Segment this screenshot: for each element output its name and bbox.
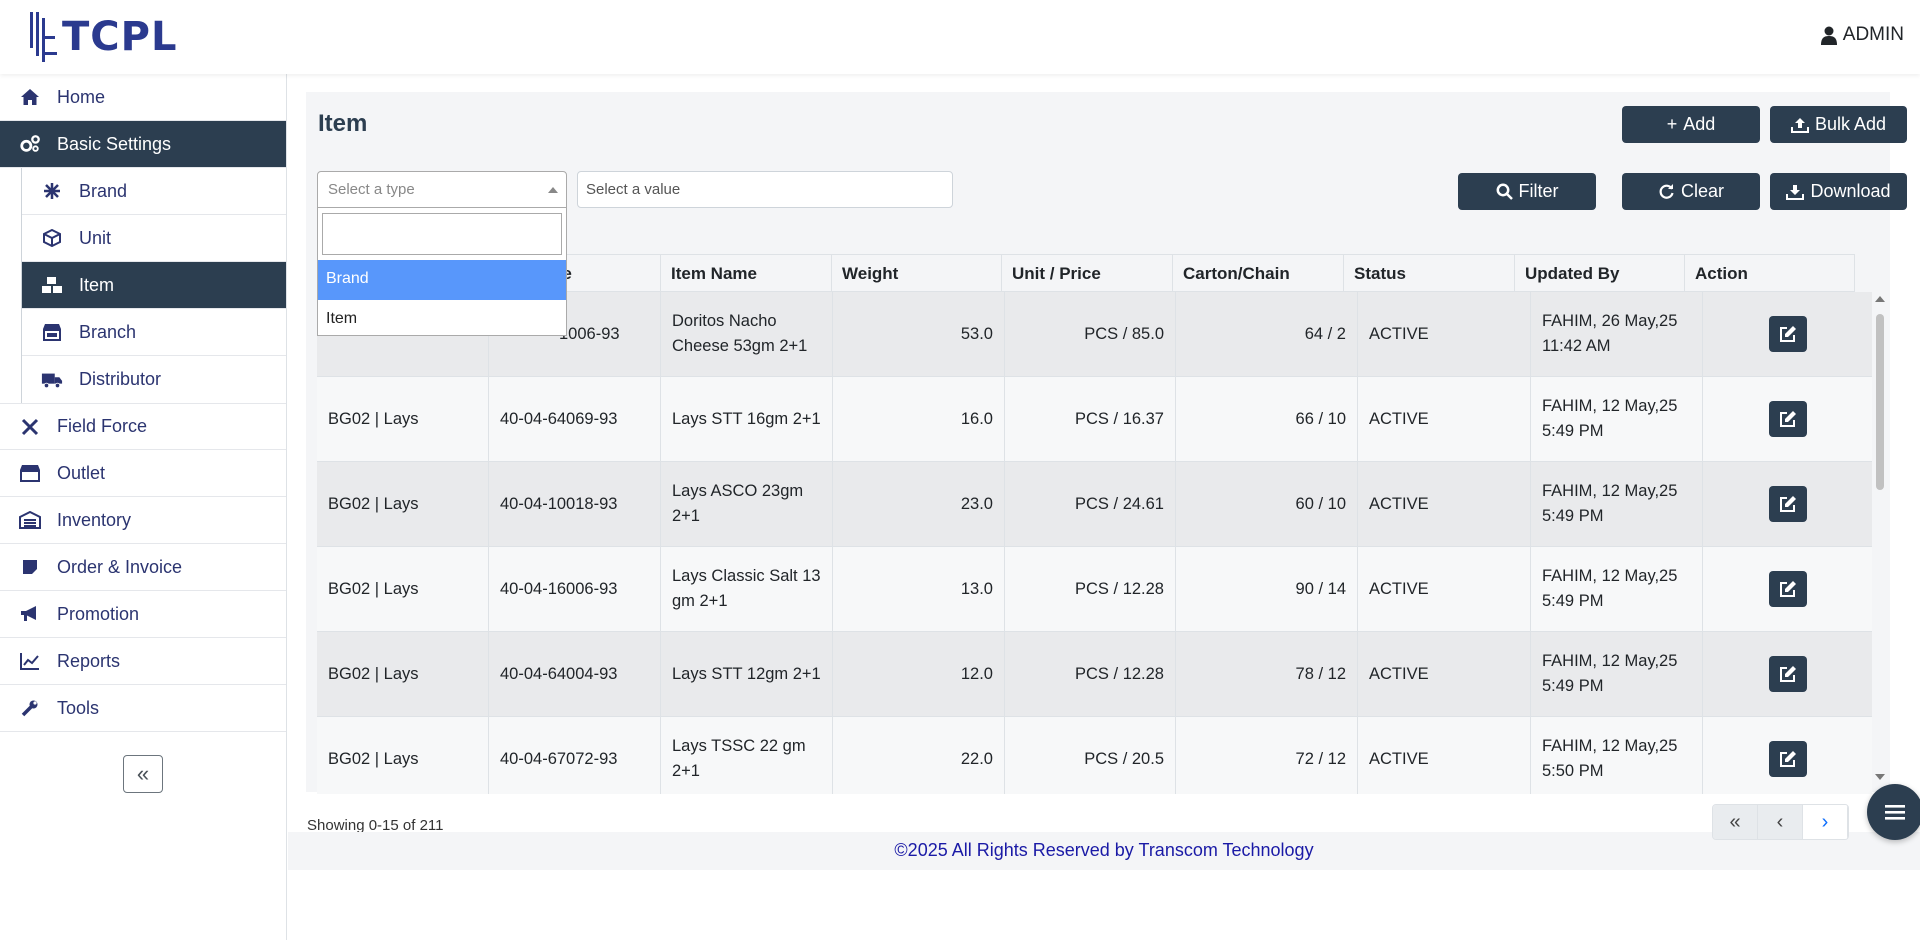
clear-button[interactable]: Clear [1622, 173, 1760, 210]
double-chevron-left-icon: « [136, 761, 150, 786]
double-chevron-left-icon: « [1729, 810, 1741, 833]
sidebar-item-outlet[interactable]: Outlet [0, 450, 286, 497]
table-body: 1006-93 Doritos Nacho Cheese 53gm 2+1 53… [317, 292, 1872, 794]
edit-icon [1779, 496, 1796, 512]
sidebar-item-field-force[interactable]: Field Force [0, 403, 286, 450]
edit-icon [1779, 751, 1796, 767]
sidebar-item-reports[interactable]: Reports [0, 638, 286, 685]
plus-icon: + [1666, 114, 1678, 134]
sidebar-item-item[interactable]: Item [22, 262, 286, 309]
pagination: « ‹ › [1712, 804, 1849, 840]
scroll-up-arrow-icon [1875, 296, 1885, 302]
bulk-add-button[interactable]: Bulk Add [1770, 106, 1907, 143]
floating-menu-button[interactable] [1867, 784, 1920, 840]
cube-icon [41, 227, 63, 249]
edit-icon [1779, 411, 1796, 427]
warehouse-icon [19, 509, 41, 531]
table-row[interactable]: BG02 | Lays 40-04-10018-93 Lays ASCO 23g… [317, 462, 1872, 547]
sidebar: Home Basic Settings Brand Unit Item Bran… [0, 74, 287, 940]
table-row[interactable]: BG02 | Lays 40-04-67072-93 Lays TSSC 22 … [317, 717, 1872, 794]
home-icon [19, 86, 41, 108]
sidebar-item-inventory[interactable]: Inventory [0, 497, 286, 544]
add-button[interactable]: + Add [1622, 106, 1760, 143]
edit-icon [1779, 326, 1796, 342]
basic-settings-submenu: Brand Unit Item Branch Distributor [21, 168, 286, 403]
edit-button[interactable] [1768, 401, 1807, 437]
top-bar: TCPL ADMIN [0, 0, 1920, 74]
caret-up-icon [548, 187, 558, 193]
table-row[interactable]: BG02 | Lays 40-04-16006-93 Lays Classic … [317, 547, 1872, 632]
previous-page-button[interactable]: ‹ [1758, 805, 1803, 839]
brand-icon [41, 180, 63, 202]
hamburger-icon [1885, 805, 1905, 820]
page-title: Item [318, 110, 368, 137]
footer: ©2025 All Rights Reserved by Transcom Te… [288, 832, 1920, 870]
chart-line-icon [19, 650, 41, 672]
wrench-icon [19, 697, 41, 719]
column-header-item-name[interactable]: Item Name [661, 255, 832, 292]
column-header-status[interactable]: Status [1344, 255, 1515, 292]
logo-text: TCPL [62, 14, 178, 60]
download-button[interactable]: Download [1770, 173, 1907, 210]
chevron-right-icon: › [1821, 810, 1829, 833]
download-icon [1786, 184, 1805, 200]
logo[interactable]: TCPL [28, 11, 177, 63]
type-dropdown: Brand Item [317, 208, 567, 336]
upload-icon [1790, 117, 1809, 133]
user-name: ADMIN [1842, 24, 1904, 45]
sidebar-item-home[interactable]: Home [0, 74, 286, 121]
edit-icon [1779, 666, 1796, 682]
dropdown-option-brand[interactable]: Brand [318, 260, 566, 300]
chevron-left-icon: ‹ [1776, 810, 1784, 833]
footer-text: ©2025 All Rights Reserved by Transcom Te… [894, 840, 1314, 860]
truck-icon [41, 369, 63, 391]
edit-button[interactable] [1768, 571, 1807, 607]
edit-button[interactable] [1768, 316, 1807, 352]
main-content: Item + Add Bulk Add Select a type Select… [288, 74, 1920, 940]
megaphone-icon [19, 603, 41, 625]
scroll-down-arrow-icon [1875, 774, 1885, 780]
column-header-updated-by[interactable]: Updated By [1515, 255, 1685, 292]
column-header-weight[interactable]: Weight [832, 255, 1002, 292]
sidebar-item-promotion[interactable]: Promotion [0, 591, 286, 638]
sticky-note-icon [19, 556, 41, 578]
filter-button[interactable]: Filter [1458, 173, 1596, 210]
sidebar-item-order-invoice[interactable]: Order & Invoice [0, 544, 286, 591]
table-scrollbar[interactable] [1873, 292, 1887, 784]
table-row[interactable]: BG02 | Lays 40-04-64004-93 Lays STT 12gm… [317, 632, 1872, 717]
edit-button[interactable] [1768, 741, 1807, 777]
user-icon [1820, 26, 1837, 45]
edit-button[interactable] [1768, 656, 1807, 692]
refresh-icon [1659, 184, 1674, 199]
scrollbar-thumb[interactable] [1876, 314, 1884, 490]
sidebar-item-distributor[interactable]: Distributor [22, 356, 286, 403]
item-panel: Item + Add Bulk Add Select a type Select… [306, 92, 1907, 794]
search-icon [1496, 183, 1513, 200]
value-select[interactable]: Select a value [577, 171, 953, 208]
edit-button[interactable] [1768, 486, 1807, 522]
sidebar-item-tools[interactable]: Tools [0, 685, 286, 732]
type-select[interactable]: Select a type [317, 171, 567, 208]
first-page-button[interactable]: « [1713, 805, 1758, 839]
column-header-carton-chain[interactable]: Carton/Chain [1173, 255, 1344, 292]
collapse-sidebar-button[interactable]: « [123, 755, 163, 793]
dropdown-option-item[interactable]: Item [318, 300, 566, 340]
sidebar-item-basic-settings[interactable]: Basic Settings [0, 121, 286, 168]
user-menu[interactable]: ADMIN [1820, 24, 1904, 46]
edit-icon [1779, 581, 1796, 597]
store-icon [19, 462, 41, 484]
shop-icon [41, 321, 63, 343]
sidebar-item-branch[interactable]: Branch [22, 309, 286, 356]
dropdown-search-input[interactable] [322, 213, 562, 255]
column-header-action: Action [1685, 255, 1855, 292]
gears-icon [19, 133, 41, 155]
column-header-unit-price[interactable]: Unit / Price [1002, 255, 1173, 292]
tools-cross-icon [19, 416, 41, 438]
sidebar-item-unit[interactable]: Unit [22, 215, 286, 262]
boxes-icon [41, 274, 63, 296]
logo-mark-icon [30, 12, 57, 62]
sidebar-item-brand[interactable]: Brand [22, 168, 286, 215]
next-page-button[interactable]: › [1803, 805, 1848, 839]
table-row[interactable]: BG02 | Lays 40-04-64069-93 Lays STT 16gm… [317, 377, 1872, 462]
